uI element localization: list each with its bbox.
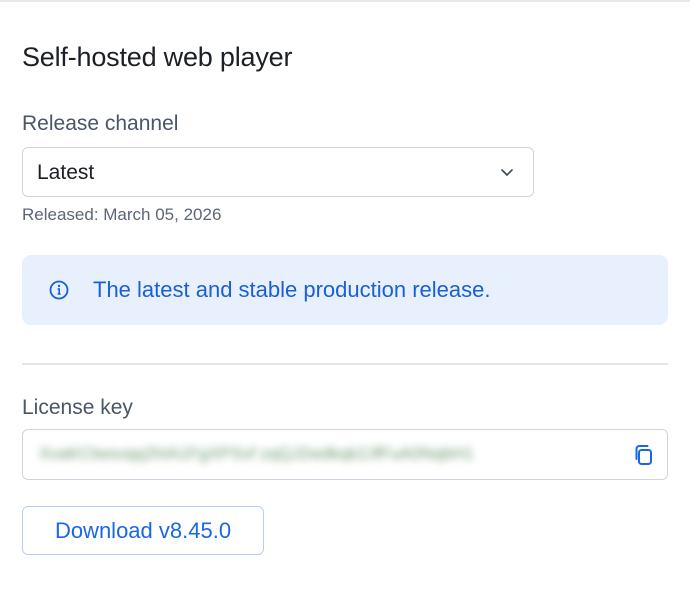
info-message: The latest and stable production release… [93,277,491,302]
info-icon [49,280,69,300]
info-banner: The latest and stable production release… [22,255,668,325]
license-key-label: License key [22,396,133,419]
released-date: Released: March 05, 2026 [22,205,222,224]
section-divider [22,363,668,365]
license-key-value: XvaKClwsvqq2hIA1FgXPSvf zqQJ2wdkqk2JfFuA… [39,444,474,463]
release-channel-label: Release channel [22,112,179,135]
page-title: Self-hosted web player [22,42,293,72]
chevron-down-icon [501,169,513,176]
license-key-field[interactable]: XvaKClwsvqq2hIA1FgXPSvf zqQJ2wdkqk2JfFuA… [22,429,668,480]
top-divider [0,0,690,2]
release-channel-value: Latest [37,161,95,184]
release-channel-select[interactable]: Latest [22,147,534,197]
download-button[interactable]: Download v8.45.0 [22,506,264,555]
copy-icon[interactable] [633,444,655,466]
